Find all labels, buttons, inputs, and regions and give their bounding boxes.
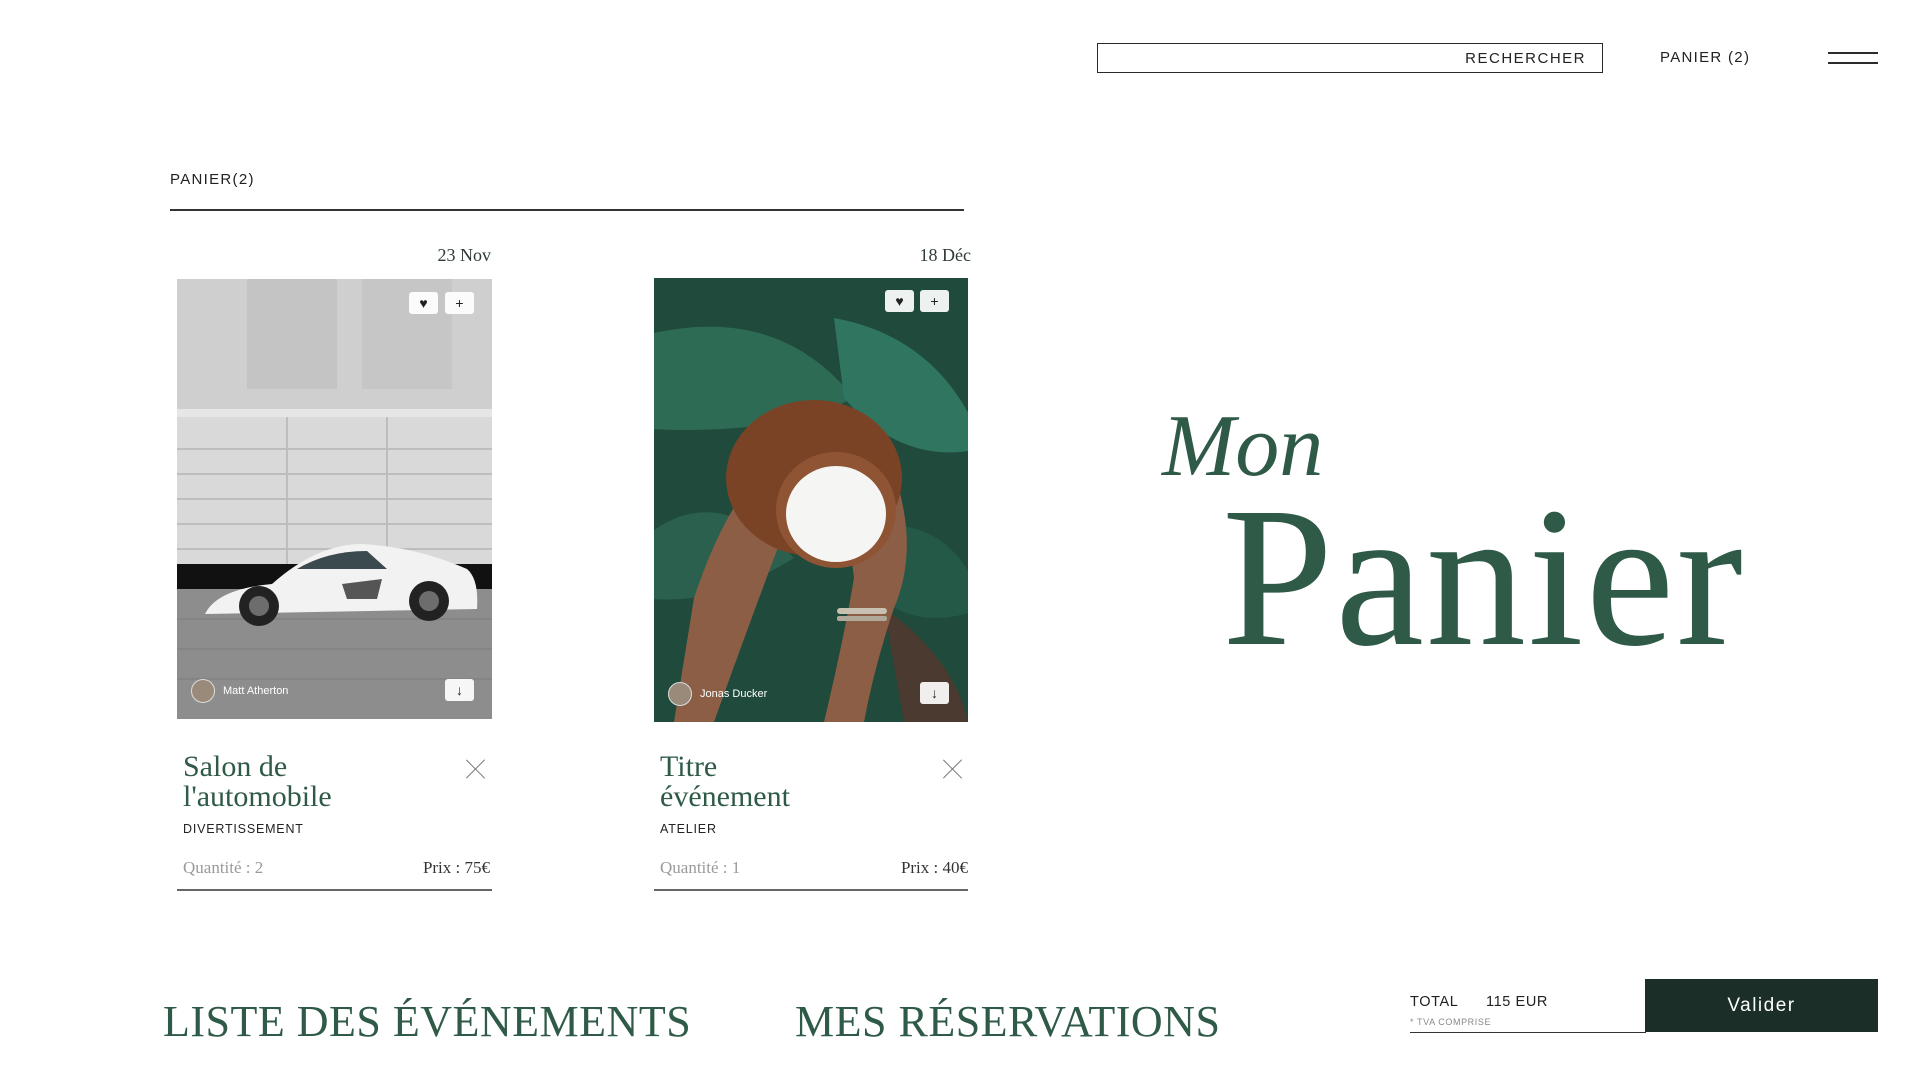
hamburger-icon[interactable]: [1828, 50, 1878, 66]
divider: [170, 209, 964, 211]
total-label: TOTAL: [1410, 994, 1459, 1010]
divider: [177, 889, 492, 891]
search-input[interactable]: [1098, 44, 1471, 72]
remove-item-close-icon[interactable]: [942, 758, 964, 780]
photo-credit[interactable]: Matt Atherton: [191, 679, 288, 703]
validate-button[interactable]: Valider: [1645, 979, 1878, 1032]
item-price: Prix : 40€: [900, 858, 968, 877]
cart-heading: PANIER(2): [170, 171, 255, 188]
quantity-selector[interactable]: Quantité : 2: [183, 858, 263, 878]
remove-item-close-icon[interactable]: [465, 758, 487, 780]
quantity-selector[interactable]: Quantité : 1: [660, 858, 740, 878]
menu-line-top: [1828, 52, 1878, 54]
event-photo-coconut[interactable]: ♥ + Jonas Ducker ↓: [654, 278, 968, 722]
event-photo-car[interactable]: ♥ + Matt Atherton ↓: [177, 279, 492, 719]
event-title-line1: Salon de: [183, 750, 288, 783]
search-bar[interactable]: RECHERCHER: [1097, 43, 1603, 73]
event-title-line2: événement: [660, 780, 790, 813]
download-arrow-icon[interactable]: ↓: [445, 679, 474, 701]
event-date: 23 Nov: [437, 245, 492, 265]
download-arrow-icon[interactable]: ↓: [920, 682, 949, 704]
avatar: [191, 679, 215, 703]
favorite-heart-icon[interactable]: ♥: [885, 290, 914, 312]
total-value: 115 EUR: [1486, 994, 1548, 1010]
nav-reservations-link[interactable]: MES RÉSERVATIONS: [795, 996, 1220, 1047]
coconut-photo-illustration: [654, 278, 968, 722]
total-summary: TOTAL 115 EUR * TVA COMPRISE: [1410, 990, 1646, 1033]
photographer-name: Matt Atherton: [223, 685, 289, 697]
add-plus-icon[interactable]: +: [920, 290, 949, 312]
car-photo-illustration: [177, 279, 492, 719]
tva-note: * TVA COMPRISE: [1410, 1017, 1492, 1027]
avatar: [668, 682, 692, 706]
photographer-name: Jonas Ducker: [700, 688, 768, 700]
event-title: Titre événement: [660, 752, 790, 812]
add-plus-icon[interactable]: +: [445, 292, 474, 314]
photo-credit[interactable]: Jonas Ducker: [668, 682, 767, 706]
event-date: 18 Déc: [919, 245, 971, 265]
menu-line-bottom: [1828, 62, 1878, 64]
event-title-line1: Titre: [660, 750, 718, 783]
event-title: Salon de l'automobile: [183, 752, 332, 812]
cart-link[interactable]: PANIER (2): [1660, 49, 1750, 66]
search-label[interactable]: RECHERCHER: [1465, 50, 1586, 67]
event-category: ATELIER: [660, 822, 717, 836]
event-category: DIVERTISSEMENT: [183, 822, 304, 836]
item-price: Prix : 75€: [422, 858, 490, 877]
nav-events-link[interactable]: LISTE DES ÉVÉNEMENTS: [163, 996, 691, 1047]
favorite-heart-icon[interactable]: ♥: [409, 292, 438, 314]
event-title-line2: l'automobile: [183, 780, 332, 813]
divider: [654, 889, 968, 891]
hero-title-panier: Panier: [1222, 467, 1745, 688]
